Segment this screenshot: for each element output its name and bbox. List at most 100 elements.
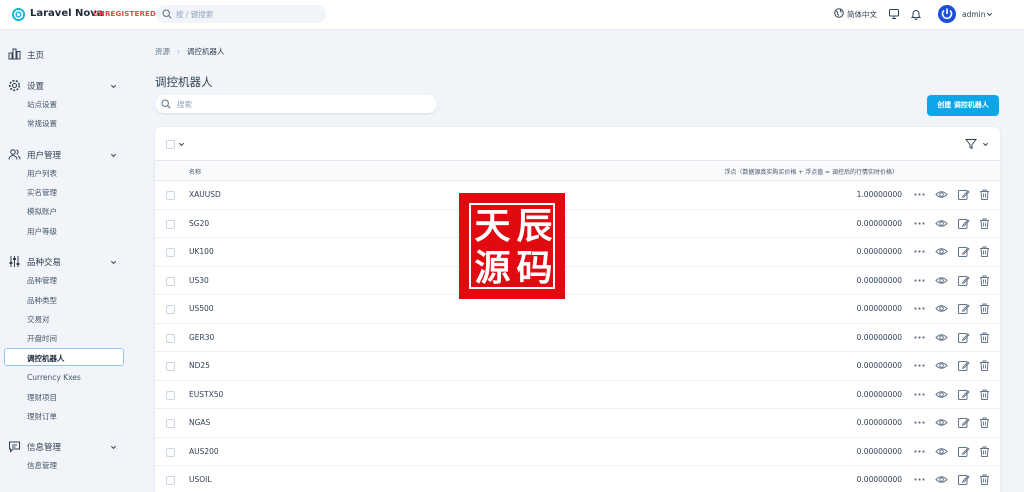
view-icon[interactable] [935, 302, 948, 315]
filter-icon[interactable] [965, 138, 977, 150]
trash-icon[interactable] [978, 245, 991, 258]
table-row[interactable]: UK100 0.00000000 [155, 238, 1000, 267]
table-row[interactable]: SG20 0.00000000 [155, 210, 1000, 238]
table-row[interactable]: EUSTX50 0.00000000 [155, 381, 1000, 409]
sidebar-item-open-hours[interactable]: 开盘时间 [27, 333, 57, 344]
row-checkbox[interactable] [166, 447, 175, 457]
edit-icon[interactable] [957, 331, 970, 344]
edit-icon[interactable] [957, 359, 970, 372]
view-icon[interactable] [935, 331, 948, 344]
table-row[interactable]: AUS200 0.00000000 [155, 438, 1000, 466]
chevron-down-icon[interactable] [178, 141, 185, 148]
chevron-down-icon[interactable] [110, 259, 117, 266]
resource-search-input[interactable]: 搜索 [155, 95, 437, 113]
row-checkbox[interactable] [166, 333, 175, 343]
edit-icon[interactable] [957, 445, 970, 458]
trash-icon[interactable] [978, 274, 991, 287]
edit-icon[interactable] [957, 302, 970, 315]
table-row[interactable]: GER30 0.00000000 [155, 324, 1000, 352]
sidebar-item-messages[interactable]: 信息管理 [27, 460, 57, 471]
create-robot-button[interactable]: 创建 调控机器人 [927, 95, 999, 116]
table-row[interactable]: ND25 0.00000000 [155, 352, 1000, 381]
row-checkbox[interactable] [166, 390, 175, 400]
breadcrumb-root[interactable]: 资源 [155, 47, 170, 56]
view-icon[interactable] [935, 217, 948, 230]
avatar[interactable] [938, 5, 956, 23]
row-checkbox[interactable] [166, 305, 175, 314]
edit-icon[interactable] [957, 416, 970, 429]
chevron-down-icon[interactable] [986, 11, 993, 18]
row-checkbox[interactable] [166, 476, 175, 485]
more-icon[interactable] [913, 188, 926, 201]
sidebar-item-control-robots[interactable]: 调控机器人 [4, 348, 124, 366]
more-icon[interactable] [913, 445, 926, 458]
more-icon[interactable] [913, 331, 926, 344]
view-icon[interactable] [935, 445, 948, 458]
nova-logo-icon[interactable] [12, 8, 25, 21]
edit-icon[interactable] [957, 217, 970, 230]
row-checkbox[interactable] [166, 248, 175, 257]
sidebar-item-symbols[interactable]: 品种管理 [27, 275, 57, 286]
chevron-down-icon[interactable] [110, 444, 117, 451]
view-icon[interactable] [935, 416, 948, 429]
trash-icon[interactable] [978, 445, 991, 458]
more-icon[interactable] [913, 388, 926, 401]
view-icon[interactable] [935, 359, 948, 372]
column-header-name[interactable]: 名称 [189, 167, 201, 176]
table-row[interactable]: XAUUSD 1.00000000 [155, 181, 1000, 210]
sidebar-item-general-settings[interactable]: 常规设置 [27, 118, 57, 129]
sidebar-item-currency-kxes[interactable]: Currency Kxes [27, 373, 81, 382]
sidebar-item-user-list[interactable]: 用户列表 [27, 168, 57, 179]
edit-icon[interactable] [957, 274, 970, 287]
table-row[interactable]: NGAS 0.00000000 [155, 409, 1000, 438]
trash-icon[interactable] [978, 302, 991, 315]
view-icon[interactable] [935, 473, 948, 486]
view-icon[interactable] [935, 388, 948, 401]
trash-icon[interactable] [978, 217, 991, 230]
more-icon[interactable] [913, 473, 926, 486]
row-checkbox[interactable] [166, 362, 175, 371]
monitor-icon[interactable] [888, 8, 900, 20]
more-icon[interactable] [913, 274, 926, 287]
row-checkbox[interactable] [166, 219, 175, 229]
trash-icon[interactable] [978, 416, 991, 429]
trash-icon[interactable] [978, 188, 991, 201]
edit-icon[interactable] [957, 188, 970, 201]
column-header-float[interactable]: 浮点（数据源真实购买价格 + 浮点值 = 调控后的行情实时价格） [724, 167, 898, 176]
edit-icon[interactable] [957, 245, 970, 258]
select-all-checkbox[interactable] [166, 140, 175, 149]
sidebar-item-site-settings[interactable]: 站点设置 [27, 99, 57, 110]
global-search[interactable]: 按 / 键搜索 [156, 5, 326, 23]
table-row[interactable]: US500 0.00000000 [155, 295, 1000, 324]
row-checkbox[interactable] [166, 191, 175, 200]
view-icon[interactable] [935, 188, 948, 201]
more-icon[interactable] [913, 302, 926, 315]
trash-icon[interactable] [978, 473, 991, 486]
table-row[interactable]: USOIL 0.00000000 [155, 466, 1000, 492]
more-icon[interactable] [913, 245, 926, 258]
chevron-down-icon[interactable] [110, 152, 117, 159]
chevron-down-icon[interactable] [110, 83, 117, 90]
edit-icon[interactable] [957, 473, 970, 486]
table-row[interactable]: US30 0.00000000 [155, 267, 1000, 295]
more-icon[interactable] [913, 416, 926, 429]
sidebar-item-wealth-orders[interactable]: 理财订单 [27, 411, 57, 422]
sidebar-item-demo-accounts[interactable]: 模拟账户 [27, 206, 57, 217]
sidebar-item-kyc[interactable]: 实名管理 [27, 187, 57, 198]
bell-icon[interactable] [910, 8, 922, 20]
row-checkbox[interactable] [166, 419, 175, 428]
more-icon[interactable] [913, 359, 926, 372]
view-icon[interactable] [935, 274, 948, 287]
more-icon[interactable] [913, 217, 926, 230]
trash-icon[interactable] [978, 359, 991, 372]
sidebar-item-symbol-types[interactable]: 品种类型 [27, 295, 57, 306]
edit-icon[interactable] [957, 388, 970, 401]
sidebar-item-pairs[interactable]: 交易对 [27, 314, 50, 325]
trash-icon[interactable] [978, 388, 991, 401]
trash-icon[interactable] [978, 331, 991, 344]
sidebar-item-user-levels[interactable]: 用户等级 [27, 226, 57, 237]
sidebar-item-wealth-products[interactable]: 理财项目 [27, 392, 57, 403]
row-checkbox[interactable] [166, 276, 175, 286]
view-icon[interactable] [935, 245, 948, 258]
user-name[interactable]: admin [962, 10, 986, 19]
